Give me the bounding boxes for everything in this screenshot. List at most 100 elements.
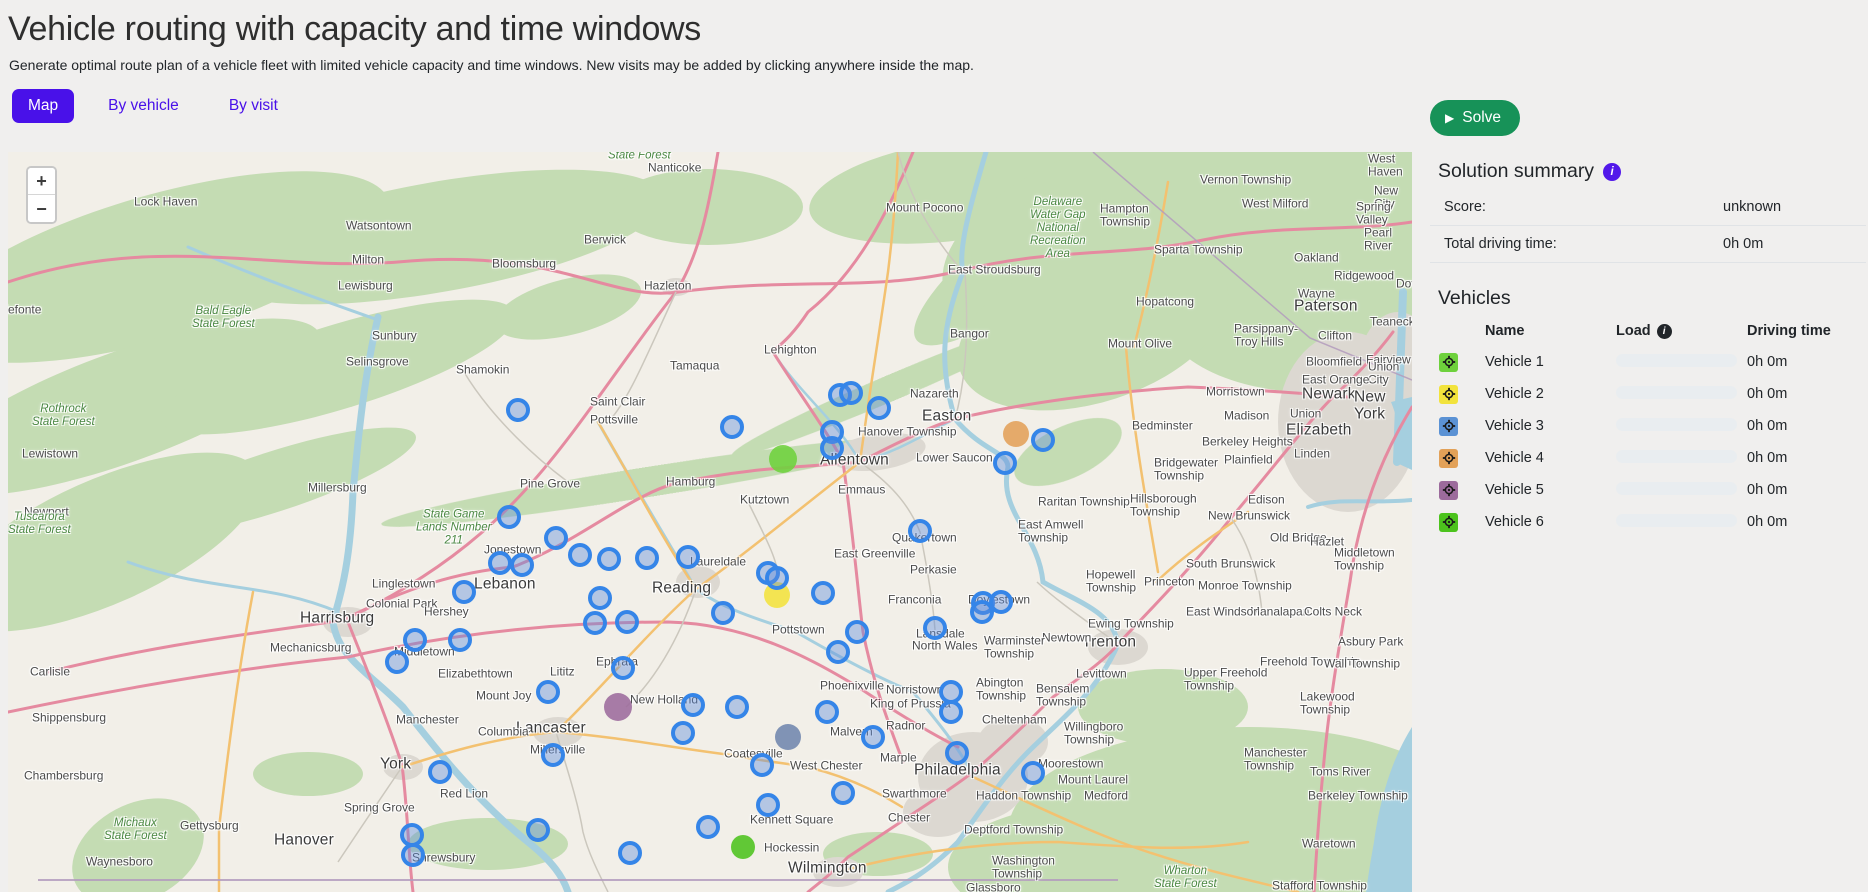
play-icon: ▶ bbox=[1445, 112, 1454, 124]
zoom-in-button[interactable]: + bbox=[28, 168, 55, 195]
visit-marker[interactable] bbox=[839, 381, 863, 405]
summary-row-value: 0h 0m bbox=[1723, 236, 1763, 252]
column-header-load: Load i bbox=[1616, 323, 1747, 339]
solve-button-label: Solve bbox=[1462, 109, 1501, 127]
visit-marker[interactable] bbox=[970, 600, 994, 624]
visit-marker[interactable] bbox=[448, 628, 472, 652]
visit-marker[interactable] bbox=[993, 451, 1017, 475]
visit-marker[interactable] bbox=[618, 841, 642, 865]
visit-marker[interactable] bbox=[452, 580, 476, 604]
vehicle-load-cell bbox=[1616, 418, 1747, 435]
visit-marker[interactable] bbox=[615, 610, 639, 634]
visit-marker[interactable] bbox=[845, 620, 869, 644]
visit-marker[interactable] bbox=[488, 551, 512, 575]
vehicles-table-header: Name Load i Driving time bbox=[1430, 316, 1866, 346]
visit-marker[interactable] bbox=[720, 415, 744, 439]
visit-marker[interactable] bbox=[861, 725, 885, 749]
home-location-marker[interactable] bbox=[775, 724, 801, 750]
zoom-out-button[interactable]: − bbox=[28, 195, 55, 222]
visit-marker[interactable] bbox=[428, 760, 452, 784]
vehicle-row: Vehicle 30h 0m bbox=[1430, 410, 1866, 442]
summary-row-label: Score: bbox=[1444, 199, 1723, 215]
page-title: Vehicle routing with capacity and time w… bbox=[8, 10, 1868, 49]
tab-by-visit[interactable]: By visit bbox=[213, 89, 294, 123]
vehicle-row: Vehicle 6 0h 0m bbox=[1430, 506, 1866, 538]
visit-marker[interactable] bbox=[820, 436, 844, 460]
vehicle-name: Vehicle 5 bbox=[1485, 482, 1616, 498]
load-progress-bar bbox=[1616, 418, 1737, 431]
visit-marker[interactable] bbox=[568, 543, 592, 567]
basemap-tiles bbox=[8, 152, 1412, 892]
visit-marker[interactable] bbox=[711, 601, 735, 625]
visit-marker[interactable] bbox=[541, 743, 565, 767]
solve-button[interactable]: ▶ Solve bbox=[1430, 100, 1520, 136]
summary-row-value: unknown bbox=[1723, 199, 1781, 215]
visit-marker[interactable] bbox=[671, 721, 695, 745]
visit-marker[interactable] bbox=[403, 628, 427, 652]
vehicle-marker-icon bbox=[1439, 513, 1458, 532]
vehicle-name: Vehicle 3 bbox=[1485, 418, 1616, 434]
visit-marker[interactable] bbox=[611, 656, 635, 680]
visit-marker[interactable] bbox=[1021, 761, 1045, 785]
visit-marker[interactable] bbox=[536, 680, 560, 704]
visit-marker[interactable] bbox=[815, 700, 839, 724]
vehicle-name: Vehicle 6 bbox=[1485, 514, 1616, 530]
vehicle-driving-time: 0h 0m bbox=[1747, 386, 1866, 402]
visit-marker[interactable] bbox=[696, 815, 720, 839]
visit-marker[interactable] bbox=[750, 753, 774, 777]
visit-marker[interactable] bbox=[826, 640, 850, 664]
visit-marker[interactable] bbox=[506, 398, 530, 422]
tab-by-vehicle[interactable]: By vehicle bbox=[92, 89, 195, 123]
visit-marker[interactable] bbox=[923, 616, 947, 640]
vehicle-driving-time: 0h 0m bbox=[1747, 514, 1866, 530]
vehicle-load-cell bbox=[1616, 482, 1747, 499]
home-location-marker[interactable] bbox=[731, 835, 755, 859]
visit-marker[interactable] bbox=[1031, 428, 1055, 452]
visit-marker[interactable] bbox=[867, 396, 891, 420]
visit-marker[interactable] bbox=[497, 505, 521, 529]
visit-marker[interactable] bbox=[831, 781, 855, 805]
visit-marker[interactable] bbox=[681, 693, 705, 717]
visit-marker[interactable] bbox=[765, 566, 789, 590]
visit-marker[interactable] bbox=[597, 547, 621, 571]
load-progress-bar bbox=[1616, 450, 1737, 463]
visit-marker[interactable] bbox=[544, 526, 568, 550]
visit-marker[interactable] bbox=[756, 793, 780, 817]
visit-marker[interactable] bbox=[811, 581, 835, 605]
visit-marker[interactable] bbox=[939, 700, 963, 724]
home-location-marker[interactable] bbox=[769, 445, 797, 473]
visit-marker[interactable] bbox=[583, 611, 607, 635]
visit-marker[interactable] bbox=[588, 586, 612, 610]
solution-summary-table: Score:unknown Total driving time:0h 0m bbox=[1430, 189, 1866, 263]
visit-marker[interactable] bbox=[401, 843, 425, 867]
map[interactable]: State ForestNanticokeWest HavenNew CityL… bbox=[8, 152, 1412, 892]
vehicle-marker-icon bbox=[1439, 353, 1458, 372]
visit-marker[interactable] bbox=[725, 695, 749, 719]
vehicle-load-cell bbox=[1616, 450, 1747, 467]
vehicles-heading: Vehicles bbox=[1438, 287, 1866, 310]
load-progress-bar bbox=[1616, 386, 1737, 399]
visit-marker[interactable] bbox=[945, 741, 969, 765]
visit-marker[interactable] bbox=[908, 519, 932, 543]
vehicle-name: Vehicle 1 bbox=[1485, 354, 1616, 370]
summary-row-label: Total driving time: bbox=[1444, 236, 1723, 252]
visit-marker[interactable] bbox=[635, 546, 659, 570]
load-progress-bar bbox=[1616, 354, 1737, 367]
page-subtitle: Generate optimal route plan of a vehicle… bbox=[9, 57, 1868, 73]
solution-summary-heading: Solution summary i bbox=[1438, 160, 1866, 183]
home-location-marker[interactable] bbox=[1003, 421, 1029, 447]
app-page: Vehicle routing with capacity and time w… bbox=[0, 0, 1868, 892]
visit-marker[interactable] bbox=[676, 545, 700, 569]
solution-summary-info-icon[interactable]: i bbox=[1603, 163, 1621, 181]
load-info-icon[interactable]: i bbox=[1657, 324, 1672, 339]
visit-marker[interactable] bbox=[526, 818, 550, 842]
vehicle-load-cell bbox=[1616, 354, 1747, 371]
vehicle-driving-time: 0h 0m bbox=[1747, 482, 1866, 498]
visit-marker[interactable] bbox=[510, 553, 534, 577]
home-location-marker[interactable] bbox=[604, 693, 632, 721]
vehicles-table: Vehicle 10h 0mVehicle 20h 0mVehicle 30h … bbox=[1430, 346, 1866, 538]
column-header-driving-time: Driving time bbox=[1747, 323, 1866, 339]
vehicle-marker-icon bbox=[1439, 449, 1458, 468]
visit-marker[interactable] bbox=[385, 650, 409, 674]
tab-map[interactable]: Map bbox=[12, 89, 74, 123]
